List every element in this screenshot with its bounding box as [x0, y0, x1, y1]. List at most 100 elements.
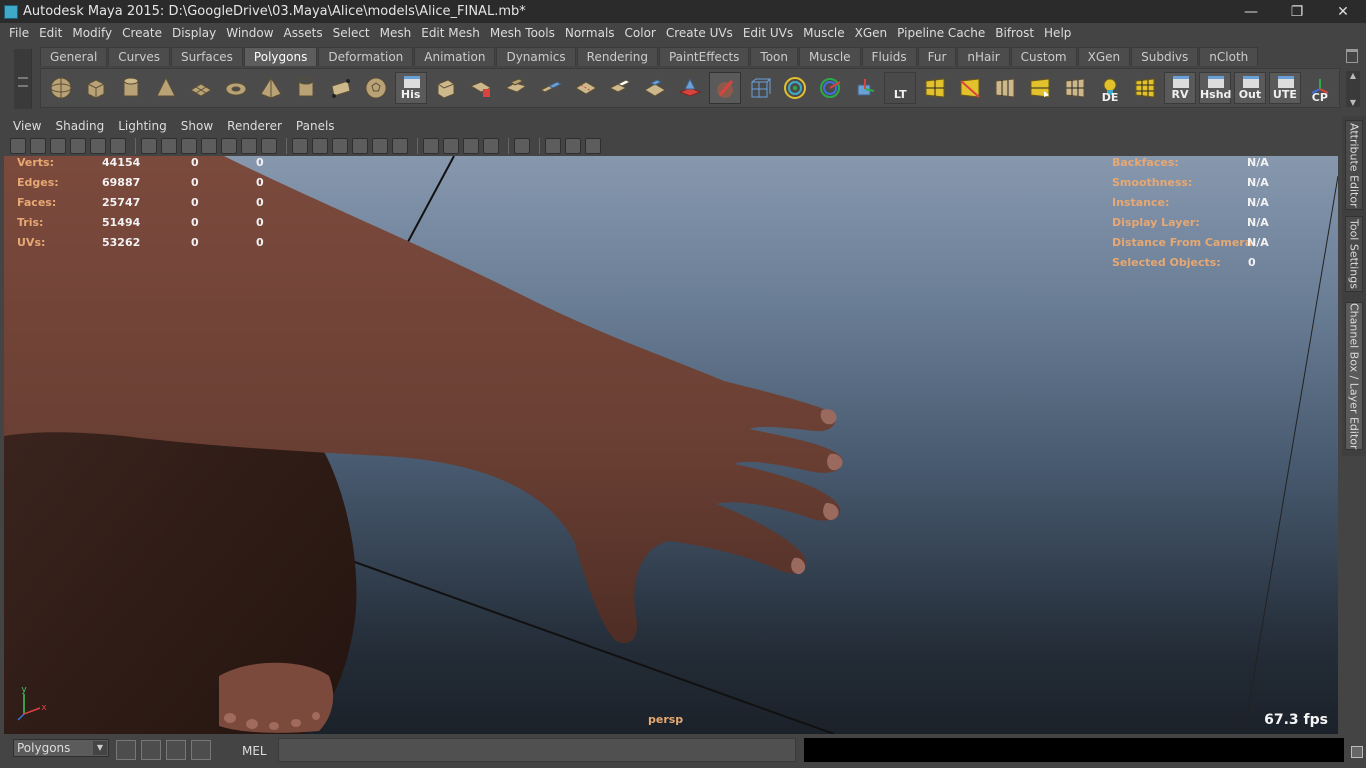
shadows-icon[interactable]	[392, 138, 408, 154]
menu-help[interactable]: Help	[1039, 26, 1076, 40]
shelf-tab-ncloth[interactable]: nCloth	[1199, 47, 1259, 66]
menu-normals[interactable]: Normals	[560, 26, 620, 40]
menu-display[interactable]: Display	[167, 26, 221, 40]
xray-icon[interactable]	[545, 138, 561, 154]
menu-select[interactable]: Select	[328, 26, 375, 40]
menu-pipeline-cache[interactable]: Pipeline Cache	[892, 26, 990, 40]
bridge-tool[interactable]	[535, 72, 567, 104]
shelf-tab-custom[interactable]: Custom	[1010, 47, 1077, 66]
snap-toggle-icon[interactable]	[116, 740, 136, 760]
poly-torus-tool[interactable]	[220, 72, 252, 104]
wireframe-icon[interactable]	[292, 138, 308, 154]
combine-tool[interactable]	[430, 72, 462, 104]
xray-active-icon[interactable]	[565, 138, 581, 154]
close-button[interactable]: ✕	[1320, 0, 1366, 23]
isolate-select-icon[interactable]	[514, 138, 530, 154]
shelf-tab-toon[interactable]: Toon	[750, 47, 799, 66]
panel-menu-view[interactable]: View	[6, 119, 48, 133]
transform-tool[interactable]	[814, 72, 846, 104]
mel-command-input[interactable]	[278, 738, 796, 762]
tab-attribute-editor[interactable]: Attribute Editor	[1345, 120, 1363, 210]
display-edges-tool[interactable]: DE	[1094, 72, 1126, 104]
shelf-tab-xgen[interactable]: XGen	[1077, 47, 1131, 66]
separate-tool[interactable]	[500, 72, 532, 104]
poly-sphere-tool[interactable]	[45, 72, 77, 104]
menu-file[interactable]: File	[4, 26, 34, 40]
grease-pencil-icon[interactable]	[110, 138, 126, 154]
bookmarks-icon[interactable]	[50, 138, 66, 154]
outliner-icon[interactable]	[166, 740, 186, 760]
grid-uv-tool[interactable]	[1129, 72, 1161, 104]
merge-tool[interactable]	[570, 72, 602, 104]
shelf-tab-muscle[interactable]: Muscle	[799, 47, 861, 66]
grid-toggle-icon[interactable]	[141, 138, 157, 154]
shelf-tab-polygons[interactable]: Polygons	[243, 47, 318, 66]
scroll-down-icon[interactable]: ▼	[1350, 98, 1356, 107]
poly-plane-tool[interactable]	[185, 72, 217, 104]
rv-button[interactable]: RV	[1164, 72, 1196, 104]
poly-soccer-ball-tool[interactable]	[360, 72, 392, 104]
scroll-up-icon[interactable]: ▲	[1350, 71, 1356, 80]
menu-color[interactable]: Color	[620, 26, 661, 40]
shelf-tab-animation[interactable]: Animation	[414, 47, 496, 66]
shelf-tab-rendering[interactable]: Rendering	[576, 47, 658, 66]
film-gate-icon[interactable]	[161, 138, 177, 154]
panel-menu-show[interactable]: Show	[174, 119, 220, 133]
mel-language-label[interactable]: MEL	[242, 744, 267, 758]
target-tool[interactable]	[779, 72, 811, 104]
layout-single-icon[interactable]	[141, 740, 161, 760]
script-editor-icon[interactable]	[1351, 746, 1363, 758]
poly-pipe-tool[interactable]	[290, 72, 322, 104]
fill-hole-tool[interactable]	[639, 72, 671, 104]
cp-button[interactable]: CP	[1304, 72, 1336, 104]
split-polygon-tool[interactable]	[954, 72, 986, 104]
out-button[interactable]: Out	[1233, 72, 1266, 104]
safe-title-icon[interactable]	[261, 138, 277, 154]
2d-pan-zoom-icon[interactable]	[90, 138, 106, 154]
use-all-lights-icon[interactable]	[372, 138, 388, 154]
shelf-scroll[interactable]: ▲ ▼	[1346, 71, 1360, 107]
move-pivot-tool[interactable]	[849, 72, 881, 104]
motion-blur-icon[interactable]	[443, 138, 459, 154]
menu-set-dropdown[interactable]: Polygons ▼	[13, 739, 109, 757]
offset-edge-loop-tool[interactable]	[989, 72, 1021, 104]
smooth-shade-icon[interactable]	[312, 138, 328, 154]
select-camera-icon[interactable]	[10, 138, 26, 154]
menu-mesh[interactable]: Mesh	[375, 26, 417, 40]
shelf-tab-fluids[interactable]: Fluids	[861, 47, 917, 66]
3d-viewport[interactable]: Verts: 44154 0 0 Edges: 69887 0 0 Faces:…	[4, 156, 1338, 734]
hshd-button[interactable]: Hshd	[1198, 72, 1231, 104]
script-list-icon[interactable]	[191, 740, 211, 760]
maximize-button[interactable]: ❐	[1274, 0, 1320, 23]
shelf-tab-dynamics[interactable]: Dynamics	[496, 47, 576, 66]
sculpt-tool[interactable]	[709, 72, 742, 104]
menu-create-uvs[interactable]: Create UVs	[661, 26, 738, 40]
depth-of-field-icon[interactable]	[483, 138, 499, 154]
camera-attributes-icon[interactable]	[30, 138, 46, 154]
shelf-tab-surfaces[interactable]: Surfaces	[170, 47, 243, 66]
shelf-grip-handle[interactable]	[14, 49, 32, 109]
shelf-tab-subdivs[interactable]: Subdivs	[1131, 47, 1199, 66]
lt-button[interactable]: LT	[884, 72, 917, 104]
poly-cone-tool[interactable]	[150, 72, 182, 104]
poly-cylinder-tool[interactable]	[115, 72, 147, 104]
menu-assets[interactable]: Assets	[279, 26, 328, 40]
menu-window[interactable]: Window	[221, 26, 278, 40]
screen-space-ao-icon[interactable]	[423, 138, 439, 154]
menu-modify[interactable]: Modify	[67, 26, 117, 40]
poly-helix-tool[interactable]	[325, 72, 357, 104]
shelf-tab-deformation[interactable]: Deformation	[318, 47, 414, 66]
slide-edge-tool[interactable]	[1024, 72, 1056, 104]
append-tool[interactable]	[605, 72, 637, 104]
panel-menu-renderer[interactable]: Renderer	[220, 119, 289, 133]
panel-menu-lighting[interactable]: Lighting	[111, 119, 174, 133]
poly-pyramid-tool[interactable]	[255, 72, 287, 104]
menu-edit-mesh[interactable]: Edit Mesh	[416, 26, 485, 40]
textured-icon[interactable]	[352, 138, 368, 154]
wireframe-on-shaded-icon[interactable]	[332, 138, 348, 154]
shelf-tab-painteffects[interactable]: PaintEffects	[658, 47, 750, 66]
safe-action-icon[interactable]	[241, 138, 257, 154]
panel-menu-panels[interactable]: Panels	[289, 119, 342, 133]
field-chart-icon[interactable]	[221, 138, 237, 154]
shelf-tab-fur[interactable]: Fur	[917, 47, 957, 66]
